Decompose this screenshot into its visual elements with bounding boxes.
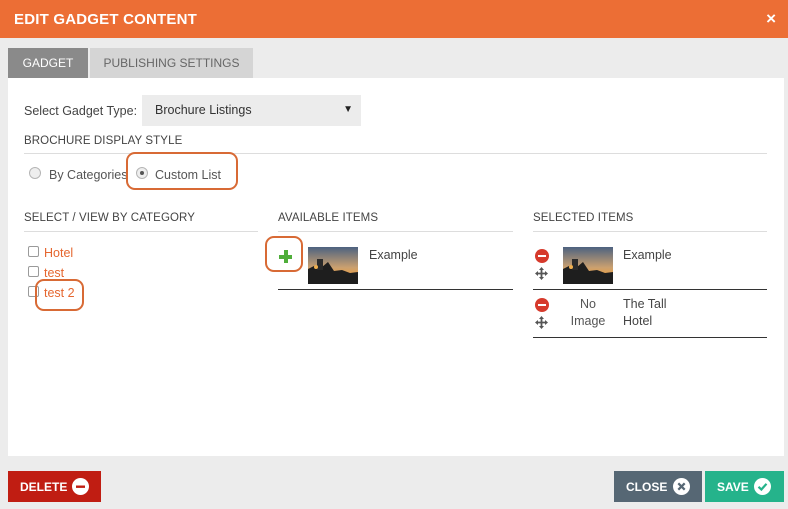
highlight-annotation [35, 279, 84, 311]
item-divider [533, 289, 767, 290]
column-divider [24, 231, 258, 232]
selected-item-label: The Tall Hotel [623, 297, 667, 328]
available-item-label: Example [369, 248, 418, 262]
available-column-title: AVAILABLE ITEMS [278, 212, 379, 224]
sunset-photo [563, 247, 613, 284]
remove-item-icon[interactable] [535, 298, 549, 312]
tab-publishing-settings[interactable]: PUBLISHING SETTINGS [90, 48, 253, 78]
save-button-label: SAVE [717, 480, 749, 494]
minus-circle-icon [72, 478, 89, 495]
gadget-type-select[interactable]: Brochure Listings ▼ [142, 95, 361, 126]
item-divider [533, 337, 767, 338]
dialog-title: EDIT GADGET CONTENT [14, 11, 197, 28]
close-button[interactable]: CLOSE [614, 471, 702, 502]
x-circle-icon [673, 478, 690, 495]
delete-button[interactable]: DELETE [8, 471, 101, 502]
dropdown-arrow-icon: ▼ [343, 104, 353, 115]
item-divider [278, 289, 513, 290]
column-divider [278, 231, 513, 232]
radio-label-by-categories: By Categories [49, 168, 128, 182]
category-checkbox-test[interactable] [28, 266, 39, 277]
selected-column-title: SELECTED ITEMS [533, 212, 634, 224]
gadget-panel: Select Gadget Type: Brochure Listings ▼ … [8, 78, 784, 456]
delete-button-label: DELETE [20, 480, 68, 494]
display-style-title: BROCHURE DISPLAY STYLE [24, 135, 183, 147]
no-image-placeholder: No Image [570, 297, 606, 328]
sunset-photo [308, 247, 358, 284]
move-icon[interactable] [535, 267, 548, 280]
close-icon[interactable]: × [766, 9, 776, 29]
selected-item-label: Example [623, 248, 672, 262]
highlight-annotation [126, 152, 238, 190]
category-link-hotel[interactable]: Hotel [44, 246, 73, 260]
radio-by-categories[interactable] [29, 167, 41, 179]
item-thumbnail [563, 247, 613, 284]
close-button-label: CLOSE [626, 480, 668, 494]
save-button[interactable]: SAVE [705, 471, 784, 502]
move-icon[interactable] [535, 316, 548, 329]
dialog-header: EDIT GADGET CONTENT × [0, 0, 788, 38]
remove-item-icon[interactable] [535, 249, 549, 263]
gadget-type-value: Brochure Listings [155, 103, 252, 117]
highlight-annotation [265, 236, 303, 272]
category-checkbox-hotel[interactable] [28, 246, 39, 257]
category-link-test[interactable]: test [44, 266, 64, 280]
gadget-type-label: Select Gadget Type: [24, 104, 138, 118]
column-divider [533, 231, 767, 232]
category-column-title: SELECT / VIEW BY CATEGORY [24, 212, 196, 224]
check-circle-icon [754, 478, 771, 495]
tab-gadget[interactable]: GADGET [8, 48, 88, 78]
item-thumbnail [308, 247, 358, 284]
